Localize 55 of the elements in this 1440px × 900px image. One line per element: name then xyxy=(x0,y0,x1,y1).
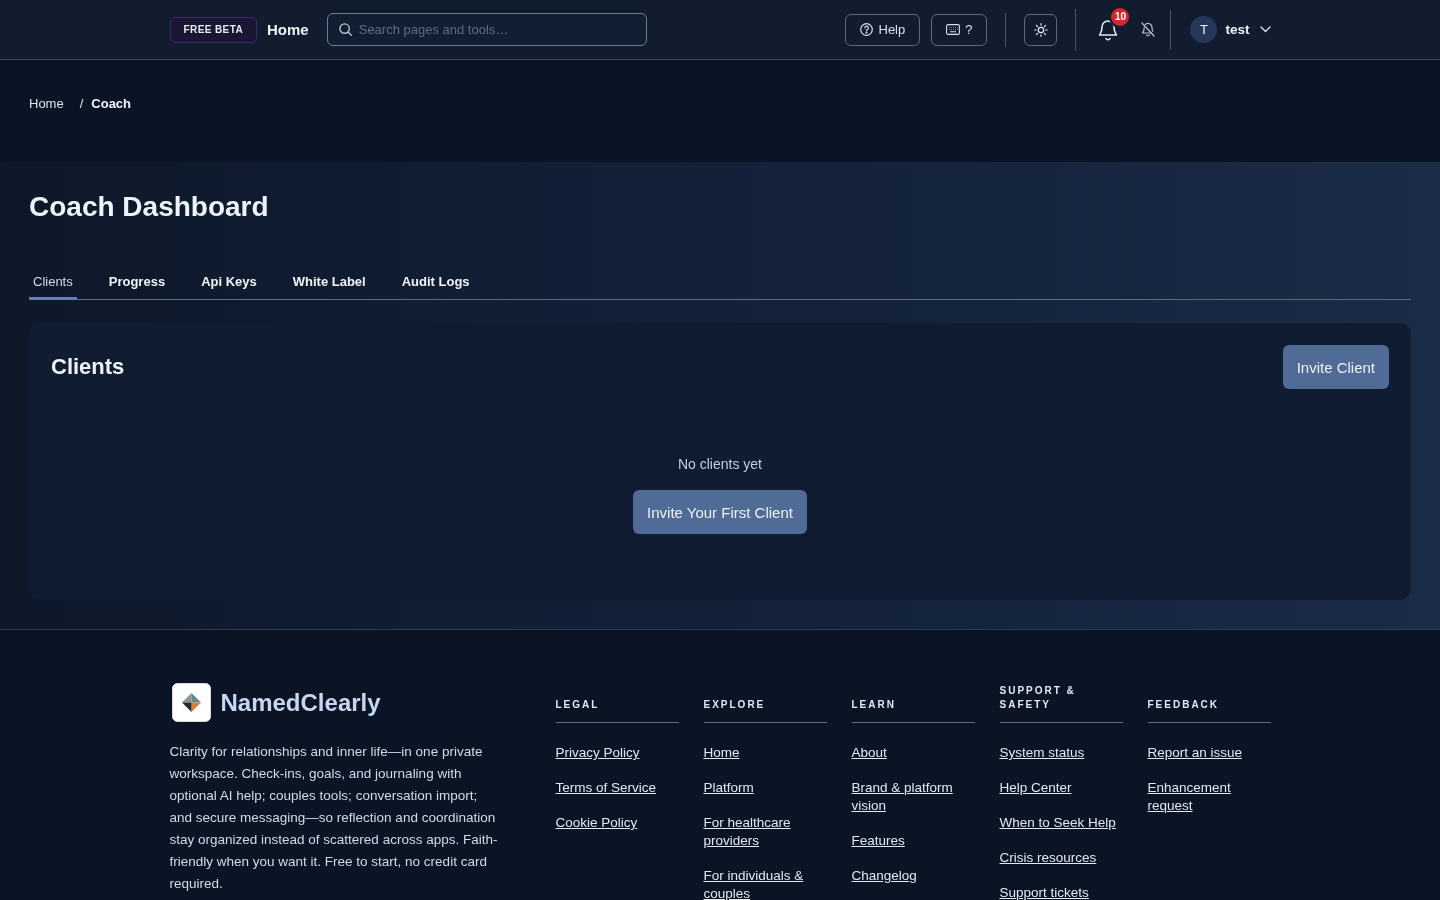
breadcrumb-item[interactable]: Home xyxy=(29,96,64,111)
footer-heading: LEGAL xyxy=(555,683,679,723)
theme-toggle-button[interactable] xyxy=(1024,13,1058,46)
bell-off-icon[interactable] xyxy=(1141,22,1156,37)
footer-link[interactable]: System status xyxy=(999,744,1085,762)
footer-link[interactable]: Platform xyxy=(703,779,754,797)
search-field[interactable]: Search pages and tools… xyxy=(326,13,647,46)
header-title: Home xyxy=(267,21,309,38)
footer-link[interactable]: When to Seek Help xyxy=(999,814,1116,832)
footer-link[interactable]: Report an issue xyxy=(1147,744,1243,762)
footer-link[interactable]: Crisis resources xyxy=(999,849,1097,867)
footer-link[interactable]: Enhancement request xyxy=(1147,779,1271,815)
page-heading: Coach Dashboard xyxy=(29,190,270,224)
footer-description: Clarity for relationships and inner life—in one private workspace. Check-ins, goals, and journaling with optional AI help; couples tools; conversation import; and secure messaging—so reflection and coordination stay organized instead of scattered across apps. Faith-friendly when you want it. Free to start, no credit card required. xyxy=(169,743,499,893)
user-name[interactable]: test xyxy=(1225,22,1250,37)
footer-link[interactable]: Brand & platform vision xyxy=(851,779,975,815)
bell-icon[interactable] xyxy=(1098,18,1119,41)
notification-badge: 10 xyxy=(1111,7,1130,26)
tab[interactable]: Progress xyxy=(104,258,170,300)
help-icon xyxy=(859,23,873,36)
footer-link[interactable]: About xyxy=(851,744,887,762)
footer-heading: LEARN xyxy=(851,683,975,723)
footer-link[interactable]: Home xyxy=(703,744,740,762)
chevron-down-icon[interactable] xyxy=(1259,26,1271,33)
tab[interactable]: White Label xyxy=(288,258,370,300)
logo-icon[interactable] xyxy=(171,683,211,722)
card-title: Clients xyxy=(51,354,125,380)
footer-heading: EXPLORE xyxy=(703,683,827,723)
footer-link[interactable]: Cookie Policy xyxy=(555,814,638,832)
footer-link[interactable]: For healthcare providers xyxy=(703,814,827,850)
tab[interactable]: Audit Logs xyxy=(397,258,474,300)
footer-link[interactable]: Features xyxy=(851,832,905,850)
invite-first-client-button[interactable]: Invite Your First Client xyxy=(633,490,807,534)
tab[interactable]: Clients xyxy=(29,258,77,300)
search-icon xyxy=(338,23,352,36)
footer-link[interactable]: Support tickets xyxy=(999,884,1089,900)
help-button[interactable]: Help xyxy=(844,13,921,46)
footer-link[interactable]: Terms of Service xyxy=(555,779,657,797)
breadcrumb-item: Coach xyxy=(91,96,132,111)
footer-heading: SUPPORT & SAFETY xyxy=(999,683,1123,723)
empty-state-message: No clients yet xyxy=(677,455,762,473)
keyboard-icon xyxy=(946,24,961,35)
footer-link[interactable]: Privacy Policy xyxy=(555,744,640,762)
footer-heading: FEEDBACK xyxy=(1147,683,1271,723)
footer-link[interactable]: Changelog xyxy=(851,867,917,885)
brand-name[interactable]: NamedClearly xyxy=(220,688,381,717)
tab[interactable]: Api Keys xyxy=(197,258,261,300)
breadcrumb-separator: / xyxy=(79,96,84,111)
sun-icon xyxy=(1034,22,1048,37)
user-avatar[interactable]: T xyxy=(1190,16,1218,43)
beta-badge: FREE BETA xyxy=(169,16,258,43)
shortcuts-button[interactable]: ? xyxy=(931,13,988,46)
footer-link[interactable]: Help Center xyxy=(999,779,1072,797)
invite-client-button[interactable]: Invite Client xyxy=(1282,345,1389,389)
footer-link[interactable]: For individuals & couples xyxy=(703,867,827,900)
